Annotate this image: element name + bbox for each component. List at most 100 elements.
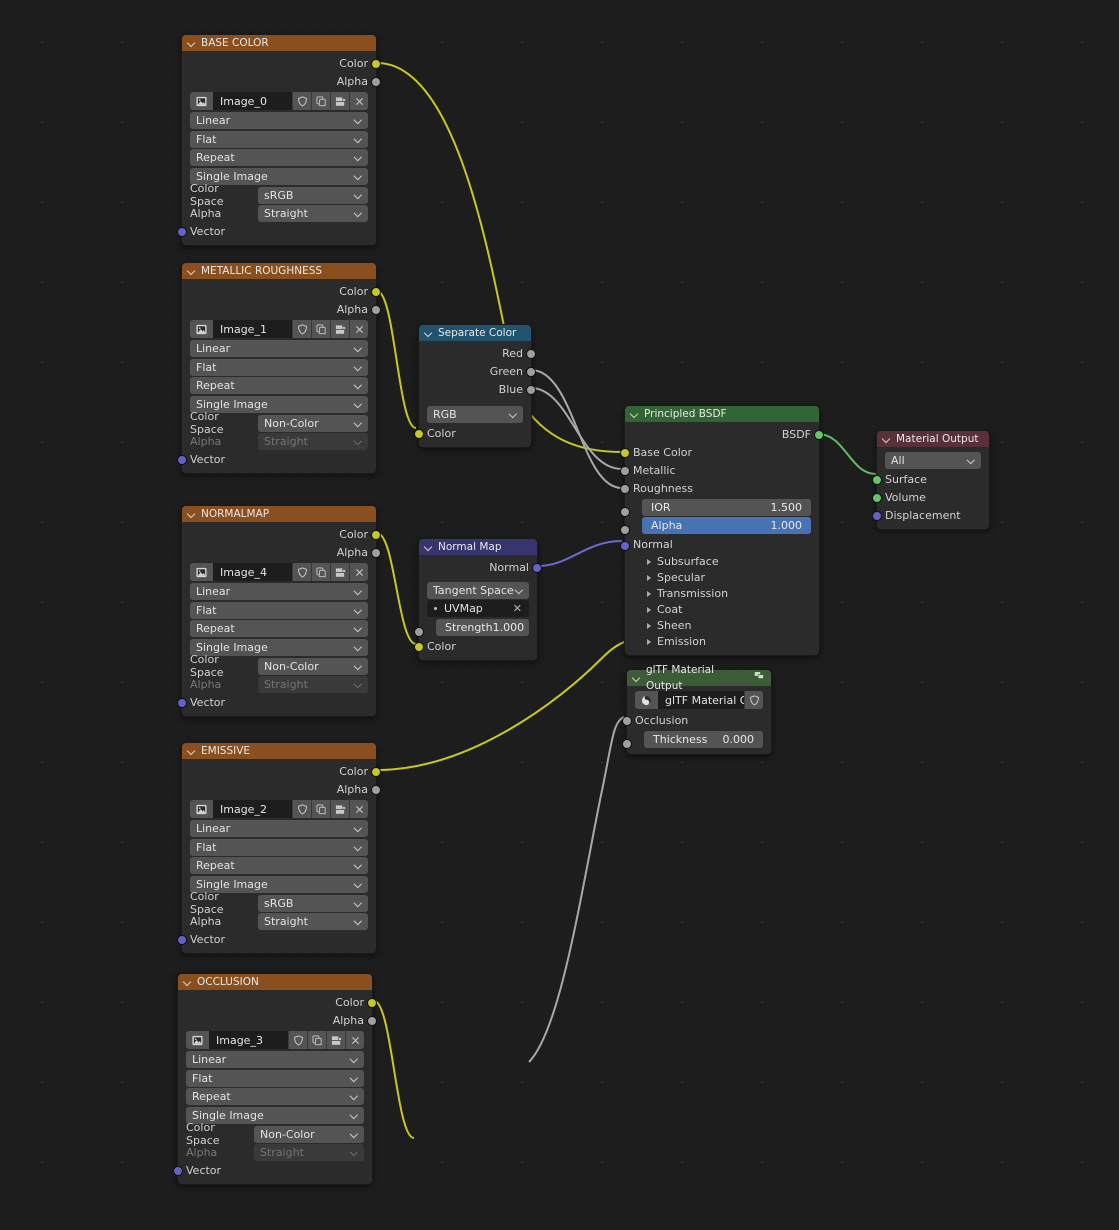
clear-uv-close-icon[interactable]: ✕ xyxy=(513,602,522,615)
interpolation-dropdown[interactable]: Linear xyxy=(190,340,368,357)
alpha-mode-dropdown[interactable]: Straight xyxy=(258,913,368,930)
image-datablock-row[interactable]: Image_2 xyxy=(190,800,368,818)
image-datablock-row[interactable]: Image_3 xyxy=(186,1031,364,1049)
socket-surface-in[interactable] xyxy=(872,475,882,485)
socket-color-out[interactable] xyxy=(367,998,377,1008)
fake-user-shield-icon[interactable] xyxy=(744,691,763,709)
node-header[interactable]: glTF Material Output xyxy=(627,670,771,686)
chevron-down-icon[interactable] xyxy=(188,747,196,755)
socket-vector-in[interactable] xyxy=(177,227,187,237)
socket-normal-out[interactable] xyxy=(532,563,542,573)
color-space-dropdown[interactable]: sRGB xyxy=(258,895,368,912)
panel-coat[interactable]: Coat xyxy=(625,602,819,618)
socket-thickness-in[interactable] xyxy=(622,739,632,749)
pack-file-icon[interactable] xyxy=(330,92,349,110)
node-header[interactable]: Normal Map xyxy=(419,539,537,555)
alpha-mode-dropdown[interactable]: Straight xyxy=(258,205,368,222)
fake-user-shield-icon[interactable] xyxy=(292,320,311,338)
socket-normal-in[interactable] xyxy=(620,541,630,551)
extension-dropdown[interactable]: Repeat xyxy=(190,857,368,874)
socket-alpha-in[interactable] xyxy=(620,525,630,535)
socket-alpha-out[interactable] xyxy=(371,77,381,87)
fake-user-shield-icon[interactable] xyxy=(292,563,311,581)
alpha-slider[interactable]: Alpha 1.000 xyxy=(642,517,811,534)
socket-vector-in[interactable] xyxy=(177,698,187,708)
socket-roughness-in[interactable] xyxy=(620,484,630,494)
new-copy-icon[interactable] xyxy=(311,563,330,581)
socket-alpha-out[interactable] xyxy=(371,548,381,558)
new-copy-icon[interactable] xyxy=(307,1031,326,1049)
chevron-down-icon[interactable] xyxy=(184,978,192,986)
image-datablock-row[interactable]: Image_4 xyxy=(190,563,368,581)
socket-alpha-out[interactable] xyxy=(371,305,381,315)
socket-occlusion-in[interactable] xyxy=(622,716,632,726)
node-normalmap-texture[interactable]: NORMALMAP Color Alpha Image_4 xyxy=(181,505,377,717)
tangent-space-dropdown[interactable]: Tangent Space xyxy=(427,582,529,599)
unlink-close-icon[interactable] xyxy=(349,320,368,338)
node-gltf-material-output[interactable]: glTF Material Output glTF Material Ou...… xyxy=(626,669,772,755)
node-occlusion[interactable]: OCCLUSION Color Alpha Image_3 xyxy=(177,973,373,1185)
panel-subsurface[interactable]: Subsurface xyxy=(625,554,819,570)
uv-map-field[interactable]: UVMap ✕ xyxy=(427,600,529,617)
projection-dropdown[interactable]: Flat xyxy=(190,131,368,148)
nodegroup-name-field[interactable]: glTF Material Ou... xyxy=(658,691,744,709)
node-material-output[interactable]: Material Output All Surface Volume Displ… xyxy=(876,430,990,530)
interpolation-dropdown[interactable]: Linear xyxy=(190,112,368,129)
pack-file-icon[interactable] xyxy=(326,1031,345,1049)
projection-dropdown[interactable]: Flat xyxy=(190,839,368,856)
pack-file-icon[interactable] xyxy=(330,800,349,818)
node-principled-bsdf[interactable]: Principled BSDF BSDF Base Color Metallic… xyxy=(624,405,820,656)
image-browse-icon[interactable] xyxy=(190,563,213,581)
fake-user-shield-icon[interactable] xyxy=(292,800,311,818)
extension-dropdown[interactable]: Repeat xyxy=(190,377,368,394)
color-mode-dropdown[interactable]: RGB xyxy=(427,406,523,423)
socket-alpha-out[interactable] xyxy=(367,1016,377,1026)
socket-color-out[interactable] xyxy=(371,59,381,69)
color-space-dropdown[interactable]: Non-Color xyxy=(258,658,368,675)
new-copy-icon[interactable] xyxy=(311,92,330,110)
socket-ior-in[interactable] xyxy=(620,507,630,517)
new-copy-icon[interactable] xyxy=(311,320,330,338)
color-space-dropdown[interactable]: Non-Color xyxy=(258,415,368,432)
node-header[interactable]: Material Output xyxy=(877,431,989,447)
image-name-field[interactable]: Image_4 xyxy=(213,563,292,581)
node-header[interactable]: Principled BSDF xyxy=(625,406,819,422)
socket-base-color-in[interactable] xyxy=(620,448,630,458)
panel-emission[interactable]: Emission xyxy=(625,634,819,650)
socket-blue-out[interactable] xyxy=(526,385,536,395)
image-name-field[interactable]: Image_2 xyxy=(213,800,292,818)
socket-color-in[interactable] xyxy=(414,642,424,652)
unlink-close-icon[interactable] xyxy=(349,800,368,818)
extension-dropdown[interactable]: Repeat xyxy=(186,1088,364,1105)
image-name-field[interactable]: Image_0 xyxy=(213,92,292,110)
pack-file-icon[interactable] xyxy=(330,320,349,338)
color-space-dropdown[interactable]: Non-Color xyxy=(254,1126,364,1143)
node-header[interactable]: Separate Color xyxy=(419,325,531,341)
socket-color-in[interactable] xyxy=(414,429,424,439)
image-browse-icon[interactable] xyxy=(190,320,213,338)
nodetree-browse-icon[interactable] xyxy=(635,691,658,709)
node-group-icon[interactable] xyxy=(754,670,765,686)
panel-transmission[interactable]: Transmission xyxy=(625,586,819,602)
node-editor-canvas[interactable] xyxy=(0,0,1119,1230)
strength-slider[interactable]: Strength 1.000 xyxy=(436,619,529,636)
image-browse-icon[interactable] xyxy=(190,92,213,110)
chevron-down-icon[interactable] xyxy=(425,329,433,337)
image-browse-icon[interactable] xyxy=(186,1031,209,1049)
interpolation-dropdown[interactable]: Linear xyxy=(190,583,368,600)
fake-user-shield-icon[interactable] xyxy=(292,92,311,110)
socket-vector-in[interactable] xyxy=(173,1166,183,1176)
socket-color-out[interactable] xyxy=(371,287,381,297)
extension-dropdown[interactable]: Repeat xyxy=(190,620,368,637)
socket-color-out[interactable] xyxy=(371,530,381,540)
socket-metallic-in[interactable] xyxy=(620,466,630,476)
chevron-down-icon[interactable] xyxy=(425,543,433,551)
nodegroup-datablock-row[interactable]: glTF Material Ou... xyxy=(635,691,763,709)
node-header[interactable]: OCCLUSION xyxy=(178,974,372,990)
chevron-down-icon[interactable] xyxy=(188,39,196,47)
image-name-field[interactable]: Image_1 xyxy=(213,320,292,338)
node-header[interactable]: BASE COLOR xyxy=(182,35,376,51)
socket-volume-in[interactable] xyxy=(872,493,882,503)
image-datablock-row[interactable]: Image_1 xyxy=(190,320,368,338)
projection-dropdown[interactable]: Flat xyxy=(186,1070,364,1087)
